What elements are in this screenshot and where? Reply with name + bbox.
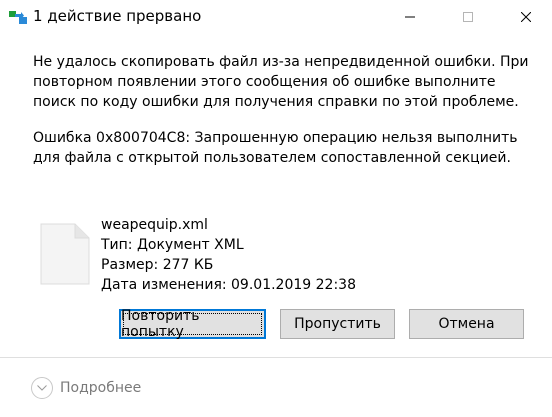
title-bar[interactable]: 1 действие прервано [0, 0, 552, 32]
retry-button-label: Повторить попытку [121, 308, 200, 340]
file-operation-dialog: 1 действие прервано Не удалось скопирова… [0, 0, 552, 417]
skip-button[interactable]: Пропустить [280, 309, 395, 339]
skip-button-label: Пропустить [294, 316, 381, 332]
file-details: weapequip.xml Тип: Документ XML Размер: … [101, 215, 356, 295]
close-icon [520, 7, 532, 26]
minimize-button[interactable] [387, 0, 433, 32]
more-details-toggle[interactable]: Подробнее [31, 376, 141, 400]
cancel-button[interactable]: Отмена [409, 309, 524, 339]
copy-operation-icon [9, 9, 27, 25]
window-title: 1 действие прервано [33, 7, 202, 25]
chevron-down-icon [31, 377, 53, 399]
error-description: Не удалось скопировать файл из-за непред… [33, 54, 529, 110]
maximize-icon [463, 7, 473, 26]
file-name: weapequip.xml [101, 217, 208, 233]
document-icon [40, 223, 90, 285]
more-details-label: Подробнее [60, 380, 142, 396]
file-size: Размер: 277 КБ [101, 257, 214, 273]
close-button[interactable] [503, 0, 549, 32]
file-modified-date: Дата изменения: 09.01.2019 22:38 [101, 277, 356, 293]
maximize-button[interactable] [445, 0, 491, 32]
minimize-icon [405, 7, 415, 26]
error-code-message: Ошибка 0x800704C8: Запрошенную операцию … [33, 130, 518, 166]
cancel-button-label: Отмена [438, 316, 495, 332]
file-type: Тип: Документ XML [101, 237, 244, 253]
retry-button[interactable]: Повторить попытку [119, 308, 266, 340]
